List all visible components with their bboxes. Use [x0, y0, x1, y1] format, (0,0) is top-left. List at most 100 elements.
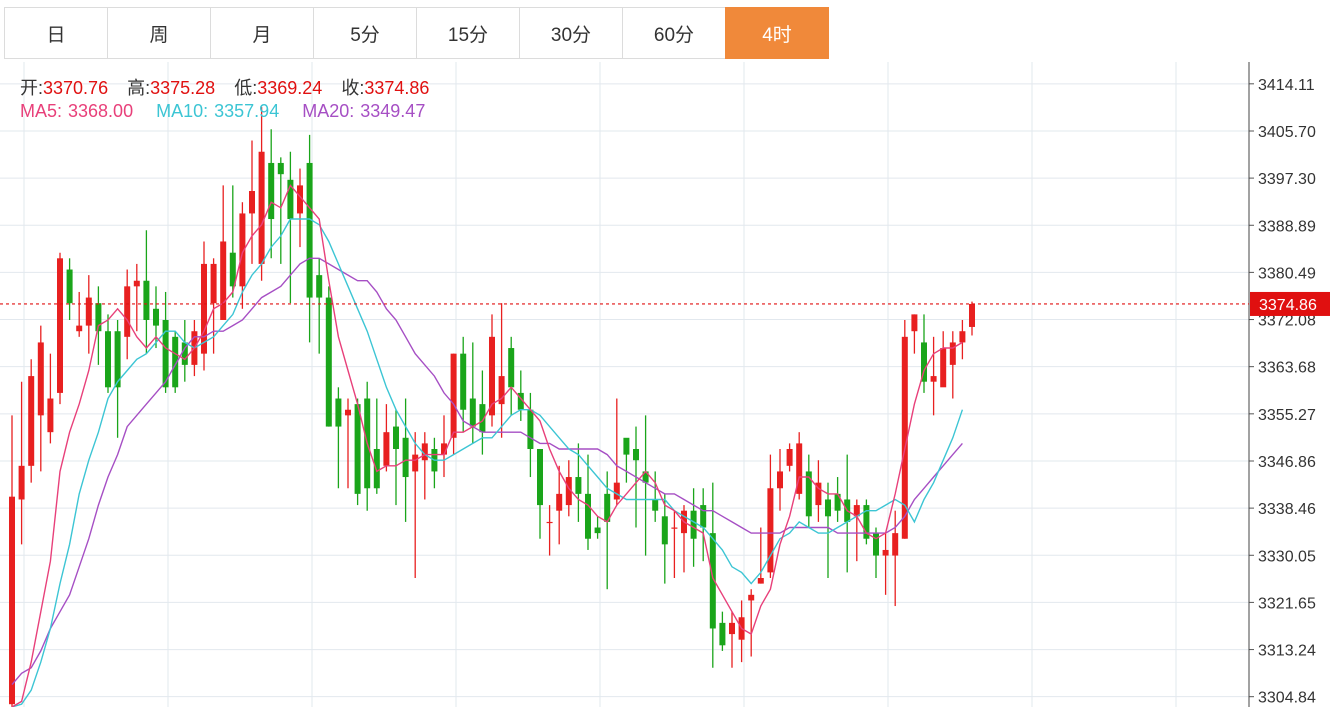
- candle-body-67: [652, 499, 659, 511]
- candle-body-99: [959, 331, 966, 343]
- open-value: 3370.76: [43, 78, 109, 98]
- candle-body-33: [325, 297, 332, 427]
- candle-body-92: [892, 533, 899, 556]
- y-tick-label-11: 3321.65: [1258, 595, 1316, 612]
- candle-body-21: [210, 263, 217, 304]
- candle-body-14: [143, 280, 150, 320]
- candle-body-75: [729, 622, 735, 635]
- candle-body-36: [354, 404, 361, 494]
- candle-body-0: [9, 496, 15, 705]
- candle-body-74: [719, 622, 726, 646]
- y-tick-label-7: 3355.27: [1258, 407, 1316, 424]
- candle-body-83: [805, 471, 812, 517]
- candle-body-63: [613, 482, 620, 500]
- y-tick-label-1: 3405.70: [1258, 124, 1316, 141]
- candle-body-2: [28, 376, 35, 466]
- y-tick-label-9: 3338.46: [1258, 501, 1316, 518]
- candle-body-52: [508, 348, 515, 388]
- candle-body-97: [940, 348, 947, 388]
- candle-body-3: [37, 342, 44, 416]
- ma5-label: MA5:: [20, 101, 63, 121]
- candle-body-28: [277, 162, 284, 175]
- candle-body-6: [66, 269, 73, 304]
- candle-body-81: [786, 449, 793, 466]
- candle-body-72: [700, 505, 707, 528]
- candle-body-91: [882, 549, 889, 556]
- ma20-value: 3349.47: [360, 101, 426, 121]
- ma10-label: MA10:: [156, 101, 209, 121]
- open-label: 开:: [20, 78, 44, 98]
- candle-body-47: [460, 353, 467, 410]
- ma10-value: 3357.94: [214, 101, 280, 121]
- y-tick-label-6: 3363.68: [1258, 360, 1316, 377]
- y-tick-label-13: 3304.84: [1258, 690, 1316, 707]
- candle-body-27: [268, 162, 275, 220]
- candle-body-64: [623, 437, 630, 455]
- candle-body-48: [469, 398, 476, 427]
- candle-body-94: [911, 314, 918, 332]
- candle-body-15: [153, 308, 159, 326]
- candle-body-38: [373, 449, 380, 489]
- candle-body-57: [556, 493, 563, 511]
- candle-body-26: [258, 151, 265, 264]
- candle-body-56: [546, 521, 553, 524]
- candle-body-54: [527, 409, 534, 449]
- ma-readout: MA5: 3368.00 MA10: 3357.94 MA20: 3349.47: [20, 101, 425, 122]
- candle-body-77: [748, 594, 755, 601]
- candle-body-7: [76, 325, 83, 332]
- candle-body-20: [201, 263, 207, 354]
- candle-body-85: [825, 499, 831, 517]
- candle-body-60: [585, 493, 591, 539]
- candle-body-96: [930, 376, 937, 382]
- ma10-line: [11, 218, 964, 707]
- candle-body-13: [133, 280, 140, 287]
- close-label: 收:: [341, 78, 365, 98]
- candle-body-71: [690, 510, 697, 539]
- high-label: 高:: [127, 78, 151, 98]
- candle-body-78: [757, 578, 764, 584]
- ma5-line: [11, 184, 963, 707]
- close-value: 3374.86: [364, 78, 430, 98]
- y-tick-label-3: 3388.89: [1258, 218, 1316, 235]
- y-tick-label-12: 3313.24: [1258, 643, 1316, 660]
- candle-body-100: [969, 303, 975, 327]
- candle-body-55: [537, 449, 543, 506]
- y-tick-label-4: 3380.49: [1258, 265, 1316, 282]
- candle-body-69: [671, 527, 678, 529]
- ma5-value: 3368.00: [68, 101, 134, 121]
- candle-body-22: [220, 241, 227, 320]
- candle-body-39: [383, 432, 390, 466]
- high-value: 3375.28: [150, 78, 216, 98]
- candle-body-8: [85, 297, 92, 326]
- y-tick-label-8: 3346.86: [1258, 454, 1316, 471]
- candle-body-40: [393, 426, 399, 449]
- candle-body-98: [949, 342, 956, 365]
- y-tick-label-2: 3397.30: [1258, 171, 1316, 188]
- candle-body-12: [124, 286, 131, 337]
- y-tick-label-10: 3330.05: [1258, 548, 1316, 565]
- candle-body-35: [345, 409, 351, 416]
- candle-body-90: [873, 533, 879, 556]
- candle-body-65: [633, 449, 639, 461]
- candle-body-31: [306, 162, 313, 298]
- candle-body-5: [57, 258, 63, 393]
- candle-body-68: [661, 516, 668, 545]
- candle-body-59: [575, 477, 582, 494]
- candle-body-42: [412, 454, 419, 472]
- low-label: 低:: [234, 78, 258, 98]
- ohlc-readout: 开:3370.76 高:3375.28 低:3369.24 收:3374.86: [20, 74, 443, 100]
- low-value: 3369.24: [257, 78, 323, 98]
- current-price-label: 3374.86: [1259, 297, 1317, 314]
- candle-body-80: [777, 471, 783, 489]
- candle-body-10: [105, 331, 111, 388]
- candle-body-32: [316, 275, 323, 298]
- candle-body-41: [402, 437, 409, 478]
- y-tick-label-0: 3414.11: [1258, 77, 1315, 94]
- candle-body-46: [450, 353, 457, 438]
- candle-body-61: [594, 527, 601, 534]
- candle-body-4: [47, 398, 54, 433]
- candle-body-34: [335, 398, 342, 427]
- candle-body-25: [249, 191, 255, 214]
- candle-body-1: [18, 465, 25, 500]
- ma20-label: MA20:: [302, 101, 355, 121]
